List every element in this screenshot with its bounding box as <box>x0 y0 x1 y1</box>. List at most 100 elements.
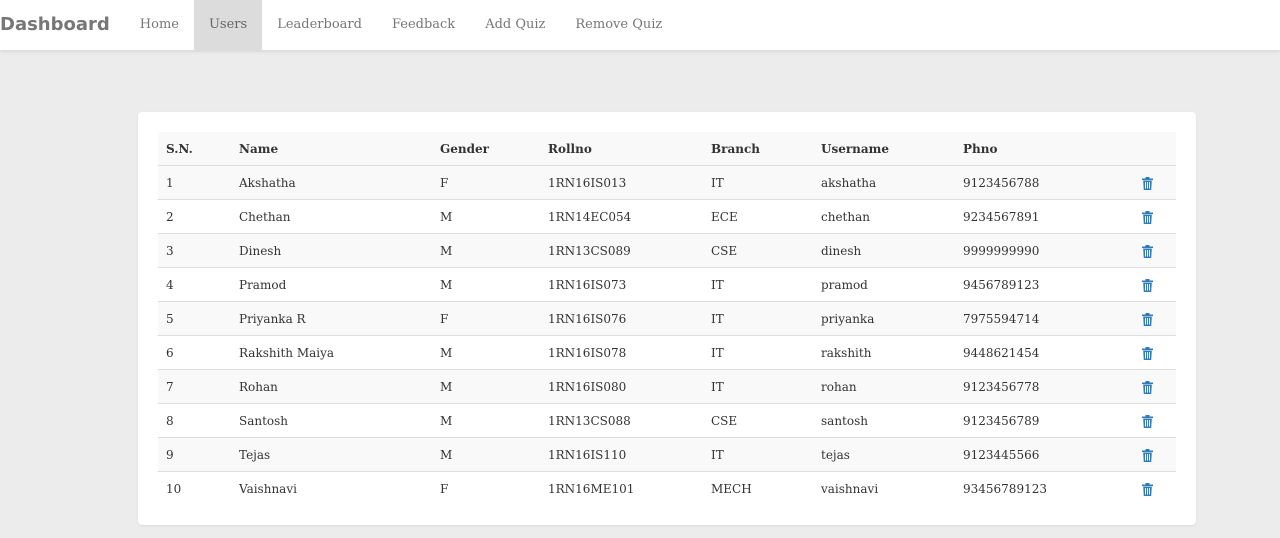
cell-name: Tejas <box>231 437 432 472</box>
cell-branch: ECE <box>703 199 813 234</box>
delete-user-button[interactable] <box>1118 199 1176 234</box>
table-header-row: S.N. Name Gender Rollno Branch Username … <box>158 132 1176 166</box>
cell-phno: 9123456789 <box>955 403 1118 438</box>
col-header-sn: S.N. <box>158 132 231 166</box>
trash-icon[interactable] <box>1141 176 1153 190</box>
col-header-action <box>1118 132 1176 166</box>
cell-branch: MECH <box>703 471 813 505</box>
cell-gender: M <box>432 369 540 404</box>
cell-branch: IT <box>703 437 813 472</box>
table-row: 6 Rakshith Maiya M 1RN16IS078 IT rakshith 9448… <box>158 335 1176 370</box>
cell-branch: IT <box>703 369 813 404</box>
trash-icon[interactable] <box>1141 278 1153 292</box>
cell-rollno: 1RN16IS076 <box>540 301 703 336</box>
trash-icon[interactable] <box>1141 448 1153 462</box>
table-row: 2 Chethan M 1RN14EC054 ECE chethan 9234567891 <box>158 199 1176 234</box>
cell-name: Akshatha <box>231 165 432 200</box>
top-navbar: Dashboard Home Users Leaderboard Feedbac… <box>0 0 1280 50</box>
cell-username: vaishnavi <box>813 471 955 505</box>
trash-icon[interactable] <box>1141 482 1153 496</box>
cell-gender: M <box>432 267 540 302</box>
cell-name: Chethan <box>231 199 432 234</box>
delete-user-button[interactable] <box>1118 267 1176 302</box>
delete-user-button[interactable] <box>1118 335 1176 370</box>
cell-sn: 1 <box>158 165 231 200</box>
nav-home[interactable]: Home <box>125 0 194 50</box>
cell-rollno: 1RN14EC054 <box>540 199 703 234</box>
cell-name: Santosh <box>231 403 432 438</box>
col-header-branch: Branch <box>703 132 813 166</box>
cell-rollno: 1RN16IS073 <box>540 267 703 302</box>
delete-user-button[interactable] <box>1118 301 1176 336</box>
cell-phno: 9448621454 <box>955 335 1118 370</box>
cell-name: Rohan <box>231 369 432 404</box>
cell-sn: 3 <box>158 233 231 268</box>
delete-user-button[interactable] <box>1118 369 1176 404</box>
cell-name: Rakshith Maiya <box>231 335 432 370</box>
cell-name: Dinesh <box>231 233 432 268</box>
cell-gender: F <box>432 301 540 336</box>
cell-sn: 10 <box>158 471 231 505</box>
cell-branch: IT <box>703 335 813 370</box>
table-row: 4 Pramod M 1RN16IS073 IT pramod 9456789123 <box>158 267 1176 302</box>
table-row: 3 Dinesh M 1RN13CS089 CSE dinesh 9999999990 <box>158 233 1176 268</box>
cell-sn: 2 <box>158 199 231 234</box>
cell-sn: 4 <box>158 267 231 302</box>
cell-sn: 9 <box>158 437 231 472</box>
cell-name: Pramod <box>231 267 432 302</box>
cell-phno: 9123456788 <box>955 165 1118 200</box>
trash-icon[interactable] <box>1141 244 1153 258</box>
cell-gender: F <box>432 165 540 200</box>
cell-sn: 5 <box>158 301 231 336</box>
col-header-name: Name <box>231 132 432 166</box>
cell-sn: 6 <box>158 335 231 370</box>
cell-rollno: 1RN16IS013 <box>540 165 703 200</box>
col-header-username: Username <box>813 132 955 166</box>
nav-add-quiz[interactable]: Add Quiz <box>470 0 560 50</box>
cell-username: pramod <box>813 267 955 302</box>
nav-leaderboard[interactable]: Leaderboard <box>262 0 377 50</box>
cell-gender: M <box>432 199 540 234</box>
trash-icon[interactable] <box>1141 346 1153 360</box>
trash-icon[interactable] <box>1141 414 1153 428</box>
cell-phno: 9123456778 <box>955 369 1118 404</box>
users-panel: S.N. Name Gender Rollno Branch Username … <box>138 112 1196 525</box>
cell-phno: 9123445566 <box>955 437 1118 472</box>
delete-user-button[interactable] <box>1118 233 1176 268</box>
trash-icon[interactable] <box>1141 210 1153 224</box>
cell-gender: M <box>432 335 540 370</box>
col-header-rollno: Rollno <box>540 132 703 166</box>
delete-user-button[interactable] <box>1118 471 1176 505</box>
cell-branch: IT <box>703 165 813 200</box>
cell-rollno: 1RN16ME101 <box>540 471 703 505</box>
cell-username: santosh <box>813 403 955 438</box>
cell-phno: 9456789123 <box>955 267 1118 302</box>
nav-feedback[interactable]: Feedback <box>377 0 470 50</box>
cell-username: akshatha <box>813 165 955 200</box>
trash-icon[interactable] <box>1141 312 1153 326</box>
cell-sn: 7 <box>158 369 231 404</box>
cell-sn: 8 <box>158 403 231 438</box>
brand-title[interactable]: Dashboard <box>0 0 125 50</box>
table-row: 1 Akshatha F 1RN16IS013 IT akshatha 9123456788 <box>158 165 1176 200</box>
cell-branch: CSE <box>703 403 813 438</box>
col-header-phno: Phno <box>955 132 1118 166</box>
table-row: 8 Santosh M 1RN13CS088 CSE santosh 9123456789 <box>158 403 1176 438</box>
cell-rollno: 1RN13CS088 <box>540 403 703 438</box>
cell-phno: 9234567891 <box>955 199 1118 234</box>
cell-phno: 93456789123 <box>955 471 1118 505</box>
delete-user-button[interactable] <box>1118 165 1176 200</box>
col-header-gender: Gender <box>432 132 540 166</box>
cell-username: priyanka <box>813 301 955 336</box>
delete-user-button[interactable] <box>1118 437 1176 472</box>
cell-phno: 9999999990 <box>955 233 1118 268</box>
cell-rollno: 1RN13CS089 <box>540 233 703 268</box>
cell-phno: 7975594714 <box>955 301 1118 336</box>
users-table: S.N. Name Gender Rollno Branch Username … <box>158 132 1176 505</box>
cell-username: chethan <box>813 199 955 234</box>
trash-icon[interactable] <box>1141 380 1153 394</box>
delete-user-button[interactable] <box>1118 403 1176 438</box>
nav-remove-quiz[interactable]: Remove Quiz <box>560 0 677 50</box>
cell-name: Vaishnavi <box>231 471 432 505</box>
nav-users[interactable]: Users <box>193 0 263 50</box>
